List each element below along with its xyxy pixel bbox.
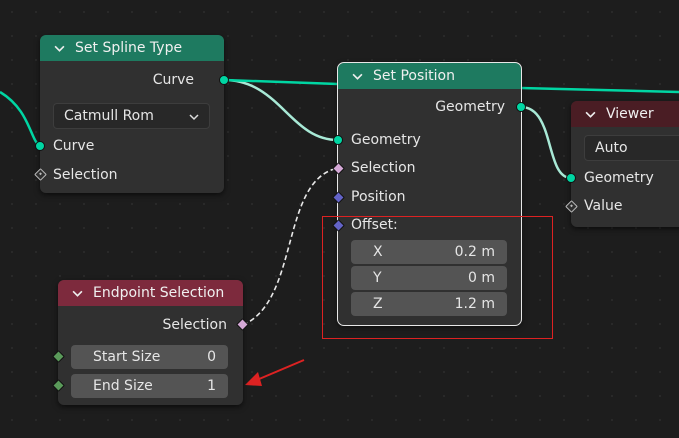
end-size-socket[interactable] xyxy=(52,379,65,392)
output-curve-socket[interactable] xyxy=(219,75,229,85)
input-selection-socket[interactable] xyxy=(332,162,345,175)
input-geometry-label: Geometry xyxy=(351,132,421,148)
start-size-field[interactable]: Start Size 0 xyxy=(71,345,228,369)
set-spline-type-node[interactable]: Set Spline Type Curve Catmull Rom Curve … xyxy=(34,35,229,193)
field-label: Start Size xyxy=(93,349,161,365)
field-label: End Size xyxy=(93,378,153,394)
input-curve-label: Curve xyxy=(53,138,95,154)
chevron-down-icon[interactable] xyxy=(72,288,83,299)
chevron-down-icon[interactable] xyxy=(585,109,596,120)
output-geometry-socket[interactable] xyxy=(516,102,526,112)
node-header[interactable]: Set Position xyxy=(338,63,521,89)
dropdown-arrow-icon xyxy=(189,114,199,121)
link-geometry-viewer xyxy=(520,105,572,180)
input-geometry-socket[interactable] xyxy=(566,173,576,183)
input-value-socket[interactable] xyxy=(565,200,578,213)
link-top-viewer xyxy=(520,86,679,94)
input-curve-socket[interactable] xyxy=(35,141,45,151)
viewer-domain-dropdown[interactable]: Auto xyxy=(584,135,679,161)
node-header[interactable]: Endpoint Selection xyxy=(58,280,243,306)
output-curve-label: Curve xyxy=(152,72,194,88)
red-arrow-head xyxy=(245,372,262,386)
node-header[interactable]: Set Spline Type xyxy=(40,35,224,61)
endpoint-selection-node[interactable]: Endpoint Selection Selection Start Size … xyxy=(52,280,249,405)
chevron-down-icon[interactable] xyxy=(352,71,363,82)
start-size-socket[interactable] xyxy=(52,350,65,363)
node-header[interactable]: Viewer xyxy=(571,101,679,127)
end-size-field[interactable]: End Size 1 xyxy=(71,374,228,398)
input-value-label: Value xyxy=(584,198,623,214)
node-title: Endpoint Selection xyxy=(93,285,225,301)
node-title: Set Spline Type xyxy=(75,40,183,56)
chevron-down-icon[interactable] xyxy=(54,43,65,54)
spline-type-dropdown[interactable]: Catmull Rom xyxy=(53,103,210,129)
node-title: Set Position xyxy=(373,68,455,84)
input-position-label: Position xyxy=(351,189,406,205)
input-geometry-socket[interactable] xyxy=(333,135,343,145)
viewer-node[interactable]: Viewer Auto Geometry Value xyxy=(565,101,679,227)
red-arrow-annotation xyxy=(251,359,305,383)
link-curve-top xyxy=(223,78,339,86)
dropdown-value: Auto xyxy=(595,140,628,156)
node-title: Viewer xyxy=(606,106,654,122)
input-selection-label: Selection xyxy=(351,160,416,176)
input-selection-label: Selection xyxy=(53,167,118,183)
output-geometry-label: Geometry xyxy=(435,99,505,115)
input-selection-socket[interactable] xyxy=(34,168,47,181)
field-value: 0 xyxy=(207,349,216,365)
input-position-socket[interactable] xyxy=(332,191,345,204)
input-geometry-label: Geometry xyxy=(584,170,654,186)
link-in-curve xyxy=(0,90,41,148)
link-curve-geometry xyxy=(223,78,339,142)
offset-highlight-box xyxy=(322,216,553,339)
dropdown-value: Catmull Rom xyxy=(64,108,154,124)
field-value: 1 xyxy=(207,378,216,394)
output-selection-label: Selection xyxy=(162,317,227,333)
output-selection-socket[interactable] xyxy=(236,318,249,331)
